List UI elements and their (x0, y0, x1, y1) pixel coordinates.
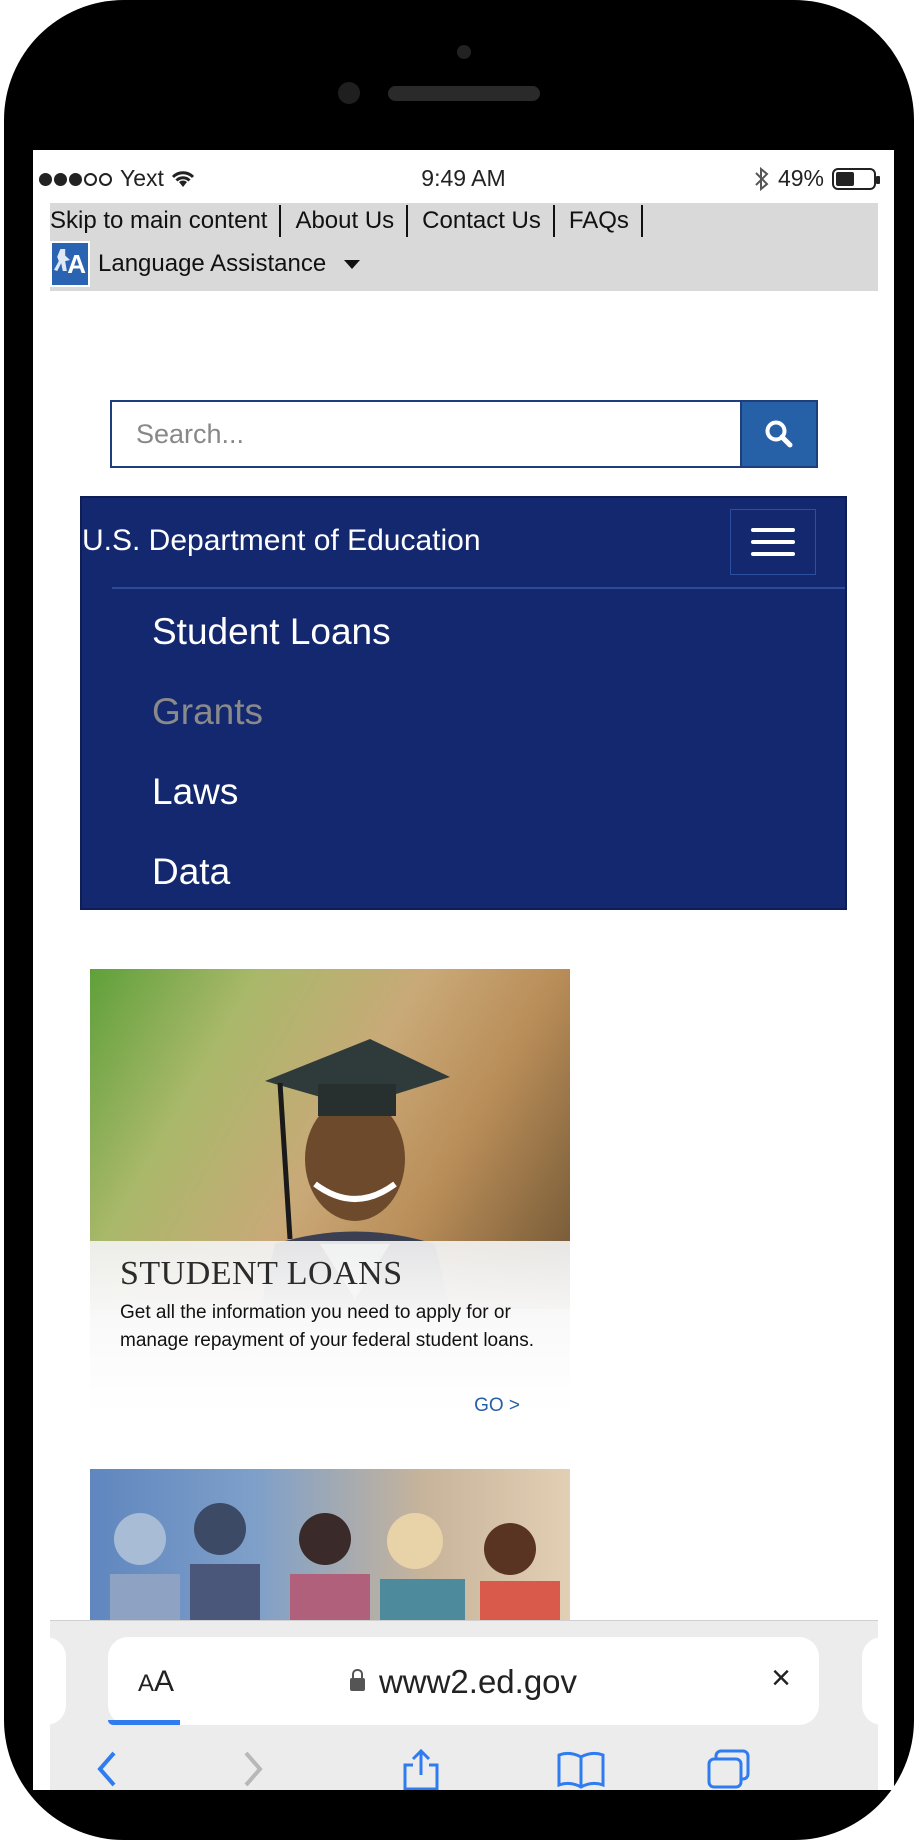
nav-item-grants[interactable]: Grants (152, 684, 391, 764)
card-go-link[interactable]: GO > (474, 1395, 520, 1413)
language-assistance-label: Language Assistance (98, 250, 327, 277)
nav-item-data[interactable]: Data (152, 844, 391, 924)
contact-us-link[interactable]: Contact Us (422, 205, 555, 237)
student-loans-card[interactable]: STUDENT LOANS Get all the information yo… (90, 969, 570, 1413)
card-caption: STUDENT LOANS Get all the information yo… (90, 1241, 570, 1413)
screen: Yext 9:49 AM 49% Skip to main content Ab… (33, 150, 894, 1790)
status-right: 49% (754, 165, 880, 192)
caret-down-icon (344, 259, 361, 269)
url-display[interactable]: www2.ed.gov (108, 1663, 819, 1701)
card-title: STUDENT LOANS (120, 1255, 403, 1292)
lock-icon (349, 1669, 365, 1691)
next-tab-pill[interactable] (862, 1637, 894, 1725)
status-bar: Yext 9:49 AM 49% (33, 150, 894, 202)
about-us-link[interactable]: About Us (295, 205, 409, 237)
second-card-image[interactable] (90, 1469, 570, 1629)
utility-bar: Skip to main content About Us Contact Us… (50, 203, 878, 291)
card-description: Get all the information you need to appl… (120, 1302, 535, 1351)
utility-links: Skip to main content About Us Contact Us… (50, 205, 657, 237)
site-title[interactable]: U.S. Department of Education (82, 524, 481, 558)
page-load-progress (108, 1720, 180, 1725)
skip-to-main-link[interactable]: Skip to main content (50, 205, 282, 237)
nav-item-student-loans[interactable]: Student Loans (152, 604, 391, 684)
forward-icon[interactable] (240, 1749, 266, 1789)
earpiece-speaker (388, 86, 540, 101)
site-search (110, 400, 818, 468)
battery-percent: 49% (777, 165, 824, 191)
nav-menu: Student Loans Grants Laws Data (152, 604, 391, 924)
front-camera (338, 82, 360, 104)
share-icon[interactable] (401, 1749, 441, 1790)
search-icon (765, 420, 793, 448)
tabs-icon[interactable] (706, 1749, 752, 1789)
sensor-dot (457, 45, 471, 59)
hamburger-icon (751, 528, 795, 532)
bookmarks-icon[interactable] (556, 1749, 606, 1789)
search-button[interactable] (740, 400, 818, 468)
nav-item-laws[interactable]: Laws (152, 764, 391, 844)
bluetooth-icon (755, 166, 769, 191)
previous-tab-pill[interactable] (33, 1637, 66, 1725)
group-photo (110, 1503, 560, 1629)
url-text: www2.ed.gov (378, 1663, 578, 1700)
battery-icon (832, 167, 880, 190)
back-icon[interactable] (94, 1749, 120, 1789)
nav-divider (112, 587, 845, 589)
battery-level (836, 171, 854, 186)
menu-toggle-button[interactable] (730, 509, 816, 575)
safari-toolbar: AA www2.ed.gov × (33, 1620, 894, 1790)
search-input[interactable] (110, 400, 740, 468)
phone-frame: Yext 9:49 AM 49% Skip to main content Ab… (4, 0, 914, 1840)
main-navigation: U.S. Department of Education Student Loa… (80, 496, 847, 910)
clear-url-button[interactable]: × (771, 1659, 791, 1698)
language-assistance-dropdown[interactable]: A Language Assistance (50, 241, 361, 287)
language-translate-icon: A (50, 241, 90, 287)
faqs-link[interactable]: FAQs (569, 205, 643, 237)
address-bar[interactable]: AA www2.ed.gov × (108, 1637, 819, 1725)
